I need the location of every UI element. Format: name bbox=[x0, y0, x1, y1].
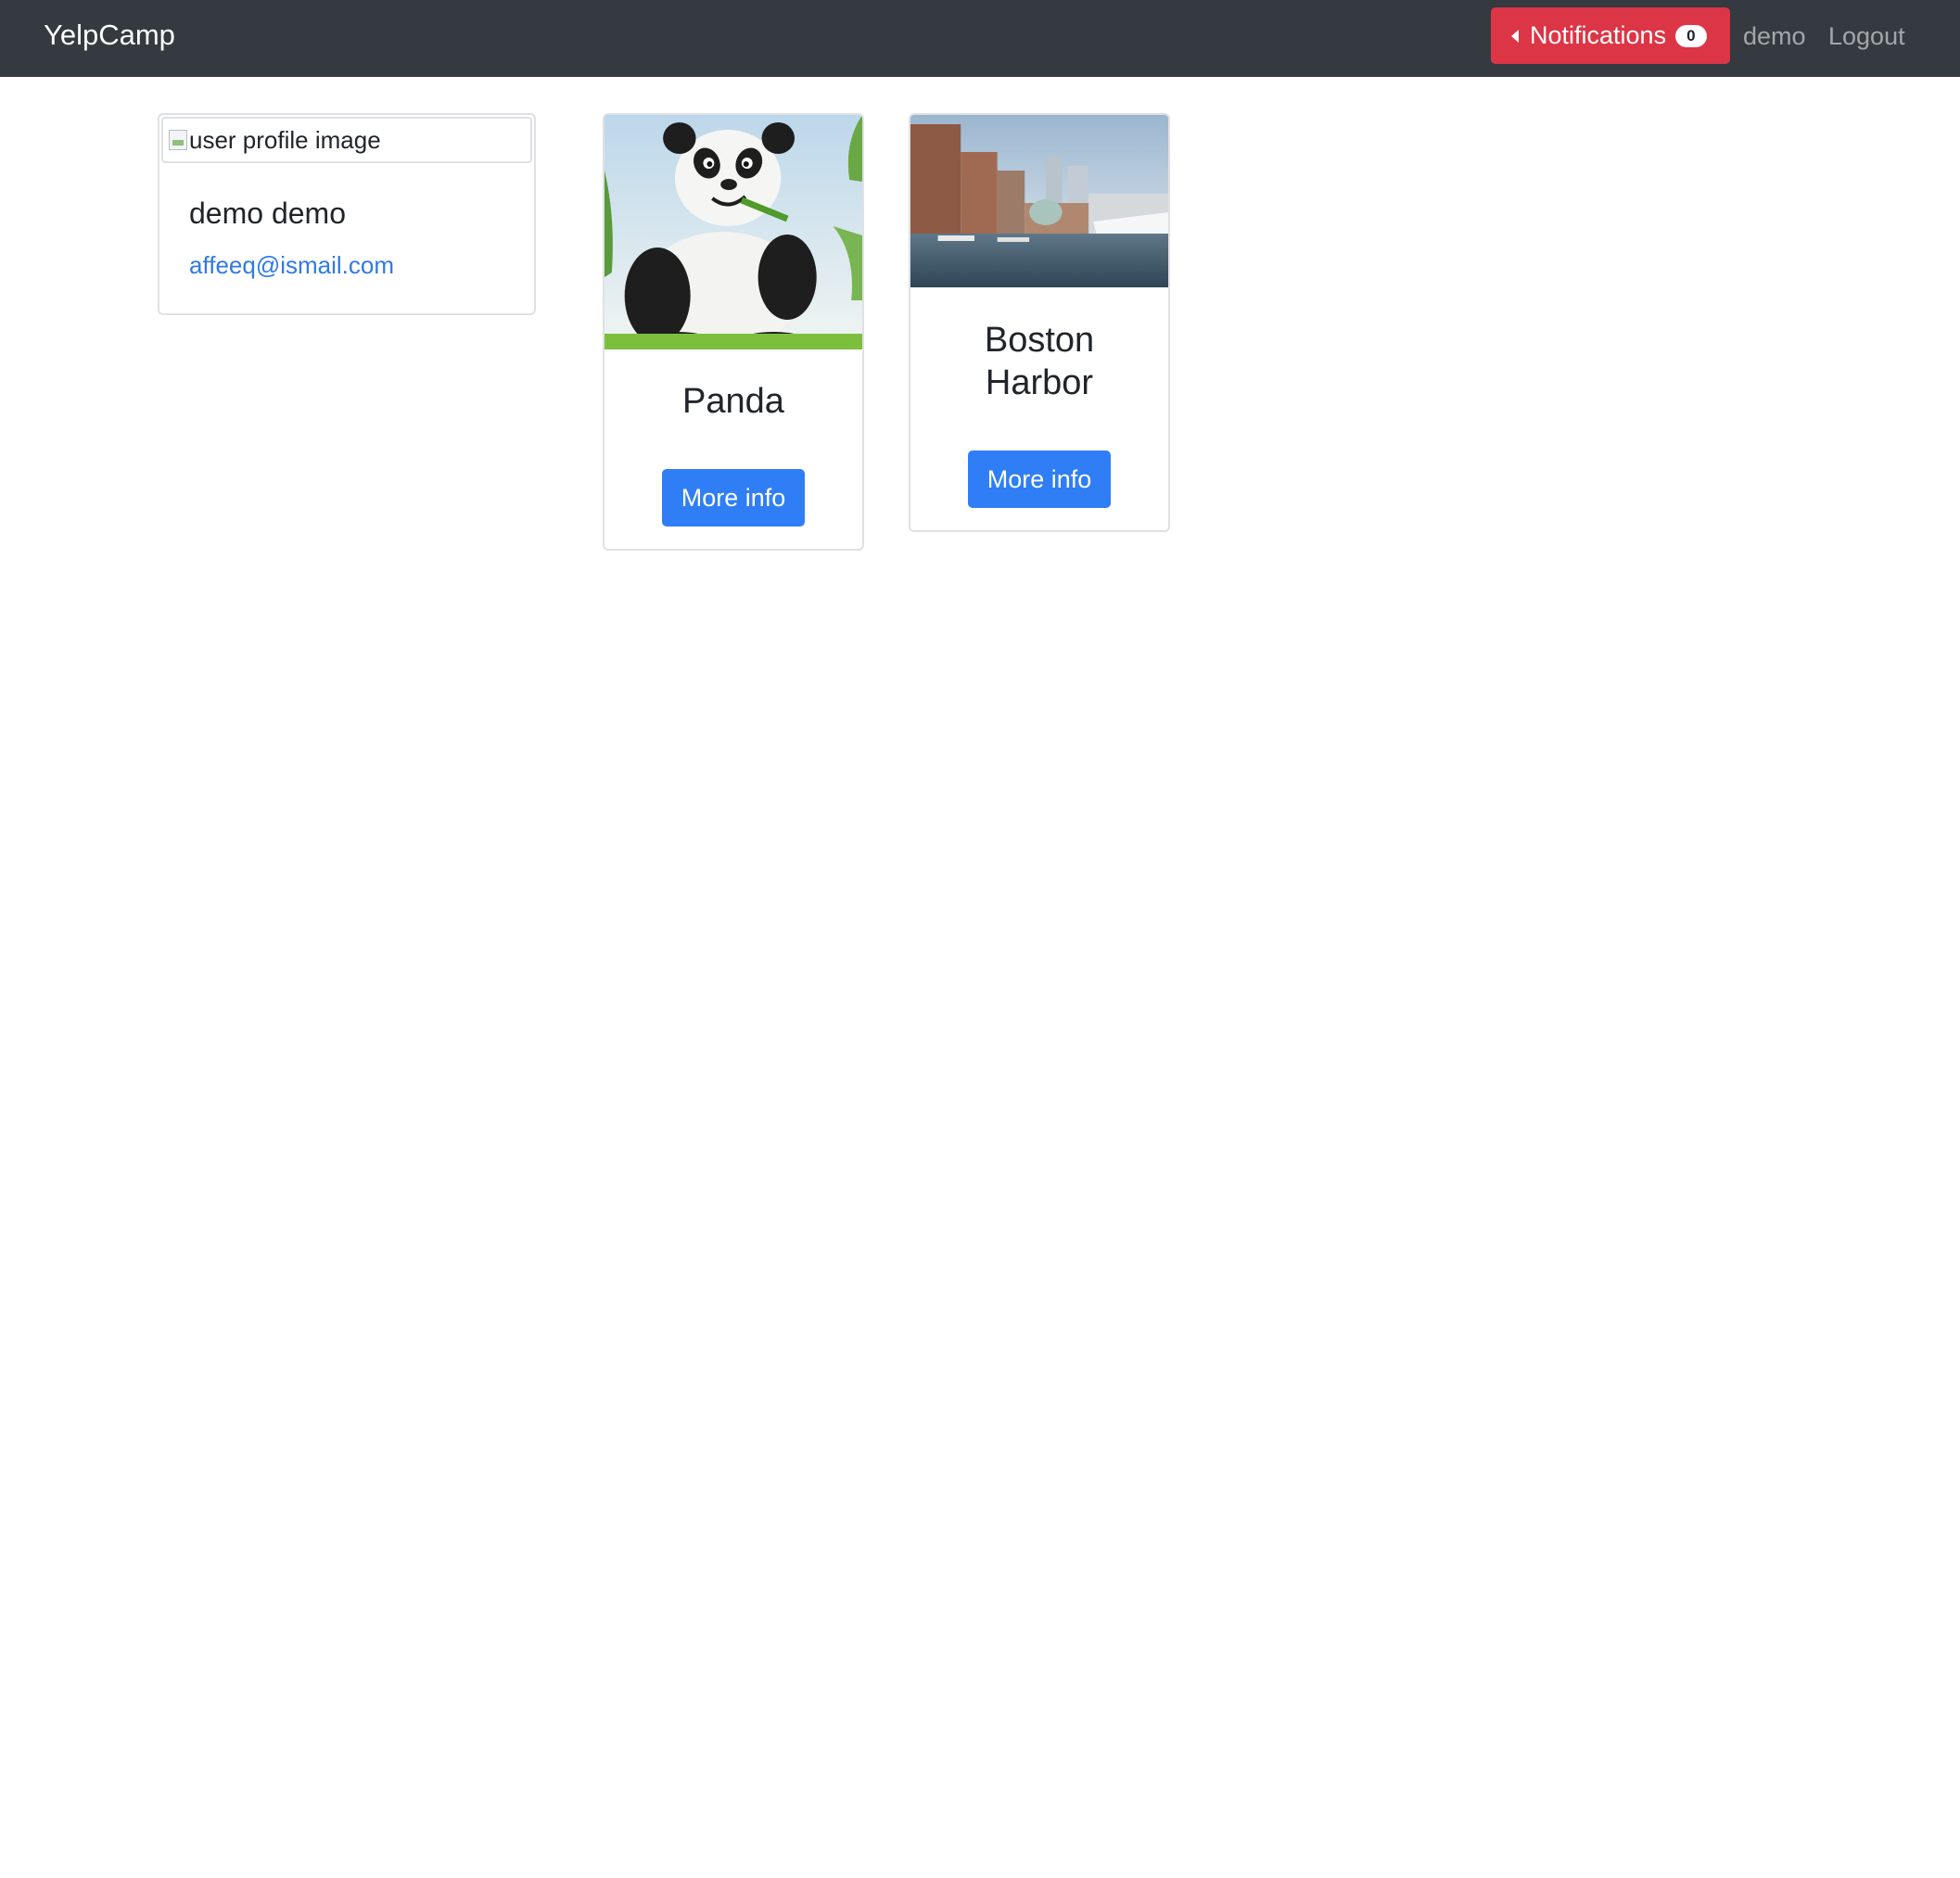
profile-image-alt-text: user profile image bbox=[189, 125, 381, 154]
navbar: YelpCamp Notifications 0 demo Logout bbox=[0, 0, 1960, 77]
campground-title-panda: Panda bbox=[682, 382, 784, 421]
brand-link[interactable]: YelpCamp bbox=[44, 18, 175, 53]
more-info-button-panda[interactable]: More info bbox=[662, 469, 805, 527]
profile-image: user profile image bbox=[161, 117, 532, 163]
profile-card: user profile image demo demo affeeq@isma… bbox=[158, 113, 536, 315]
profile-name: demo demo bbox=[189, 197, 346, 230]
notifications-count-badge: 0 bbox=[1675, 24, 1707, 47]
broken-image-icon bbox=[169, 130, 187, 150]
caret-left-icon bbox=[1511, 29, 1519, 43]
more-info-button-boston-harbor[interactable]: More info bbox=[968, 450, 1111, 508]
profile-email-link[interactable]: affeeq@ismail.com bbox=[189, 250, 394, 280]
campground-card-panda: Panda More info bbox=[603, 113, 864, 551]
campground-title-boston-harbor: Boston Harbor bbox=[984, 321, 1095, 402]
boston-harbor-photo bbox=[910, 115, 1168, 287]
notifications-label: Notifications bbox=[1530, 21, 1667, 49]
user-link[interactable]: demo bbox=[1743, 20, 1806, 52]
panda-photo bbox=[605, 115, 862, 349]
notifications-button[interactable]: Notifications 0 bbox=[1491, 7, 1730, 64]
campground-card-boston-harbor: Boston Harbor More info bbox=[909, 113, 1170, 532]
logout-link[interactable]: Logout bbox=[1828, 20, 1905, 52]
